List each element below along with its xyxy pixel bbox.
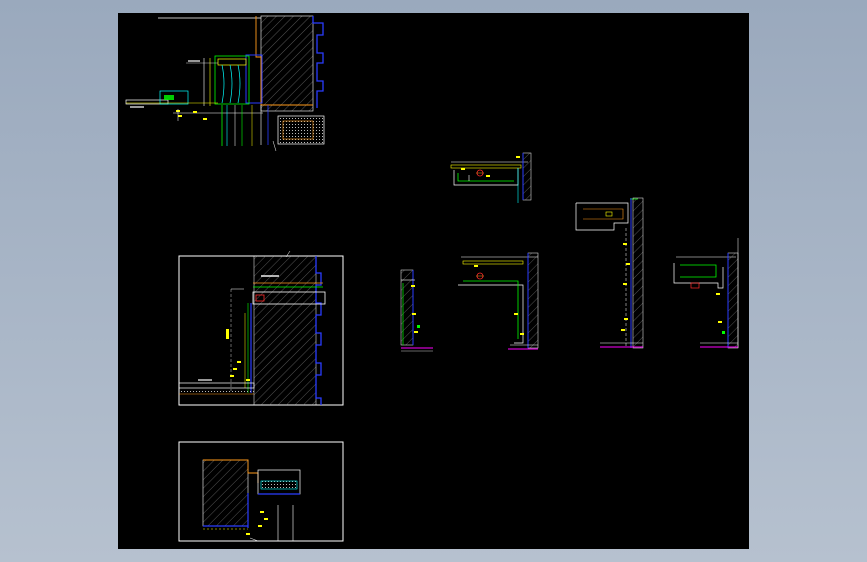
wall-section-top-left[interactable]	[125, 15, 325, 152]
cad-drawing-canvas[interactable]	[118, 13, 749, 549]
ceiling-detail-1[interactable]	[450, 152, 532, 203]
wall-section-bottom-left[interactable]	[178, 441, 344, 542]
ceiling-detail-5[interactable]	[673, 238, 739, 349]
wall-section-middle-left[interactable]	[178, 250, 344, 406]
ceiling-detail-2[interactable]	[400, 269, 433, 352]
ceiling-detail-4[interactable]	[575, 197, 644, 349]
ceiling-detail-3[interactable]	[458, 252, 539, 350]
